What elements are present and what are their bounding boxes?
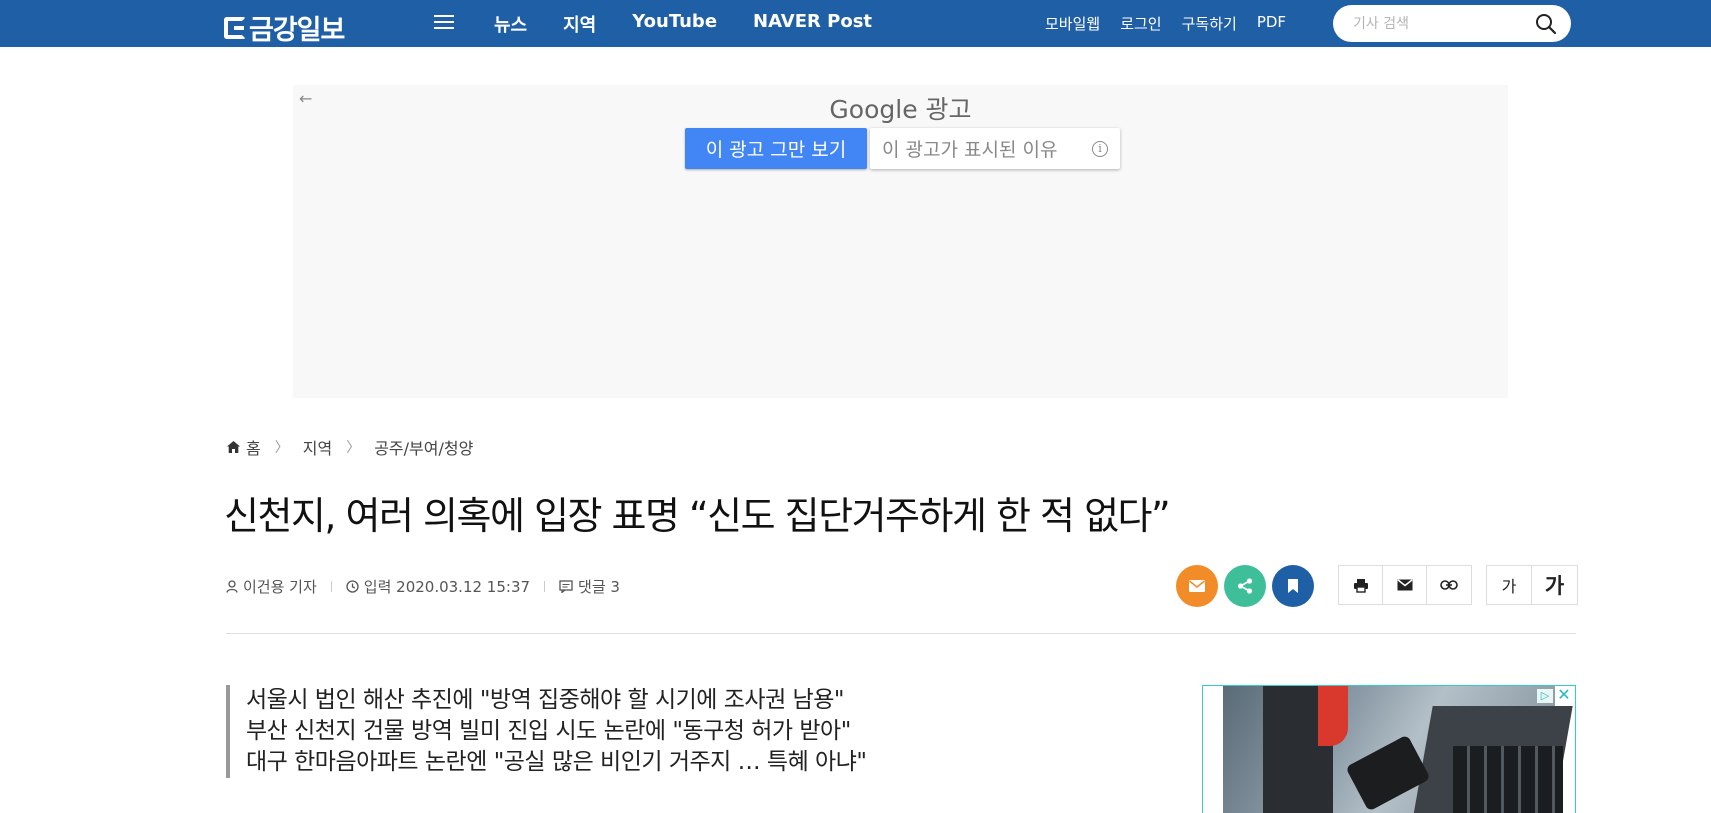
meta-divider xyxy=(544,581,546,592)
summary-line: 부산 신천지 건물 방역 빌미 진입 시도 논란에 "동구청 허가 받아" xyxy=(246,718,851,744)
menu-icon[interactable] xyxy=(434,15,454,31)
close-icon[interactable]: ✕ xyxy=(1556,687,1572,703)
copy-link-button[interactable] xyxy=(1427,566,1471,604)
link-subscribe[interactable]: 구독하기 xyxy=(1182,13,1237,34)
link-mobile-web[interactable]: 모바일웹 xyxy=(1045,13,1100,34)
meta-divider xyxy=(330,581,332,592)
font-size-controls: 가 가 xyxy=(1486,565,1578,605)
site-header: 금강일보 뉴스 지역 YouTube NAVER Post 모바일웹 로그인 구… xyxy=(0,0,1711,47)
bookmark-icon xyxy=(1288,579,1298,593)
summary-line: 대구 한마음아파트 논란엔 "공실 많은 비인기 거주지 … 특혜 아냐" xyxy=(246,749,867,775)
nav-news[interactable]: 뉴스 xyxy=(494,11,527,37)
font-larger-button[interactable]: 가 xyxy=(1532,566,1577,604)
nav-region[interactable]: 지역 xyxy=(563,11,596,37)
author-name: 이건용 기자 xyxy=(243,578,317,596)
main-nav: 뉴스 지역 YouTube NAVER Post xyxy=(494,11,908,37)
comment-icon xyxy=(559,580,573,593)
article-title: 신천지, 여러 의혹에 입장 표명 “신도 집단거주하게 한 적 없다” xyxy=(224,494,1171,538)
stop-ad-button[interactable]: 이 광고 그만 보기 xyxy=(685,128,867,169)
why-ad-button[interactable]: 이 광고가 표시된 이유 i xyxy=(870,128,1120,169)
side-ad[interactable]: ▷ ✕ xyxy=(1202,685,1576,813)
mail-icon xyxy=(1189,580,1205,592)
email-share-button[interactable] xyxy=(1176,565,1218,607)
why-ad-label: 이 광고가 표시된 이유 xyxy=(882,139,1058,161)
author: 이건용 기자 xyxy=(226,576,317,597)
breadcrumb-home[interactable]: 홈 xyxy=(226,435,261,459)
adchoices-icon[interactable]: ▷ xyxy=(1537,689,1553,703)
comments-count: 댓글 3 xyxy=(578,578,620,596)
utility-nav: 모바일웹 로그인 구독하기 PDF xyxy=(1045,13,1306,34)
breadcrumb-home-label: 홈 xyxy=(246,439,261,458)
bookmark-button[interactable] xyxy=(1272,565,1314,607)
comments-link[interactable]: 댓글 3 xyxy=(559,576,620,597)
clock-icon xyxy=(346,580,359,593)
nav-youtube[interactable]: YouTube xyxy=(632,11,717,37)
ad-image xyxy=(1223,686,1573,813)
publish-date-text: 입력 2020.03.12 15:37 xyxy=(363,578,531,596)
home-icon xyxy=(227,441,240,453)
info-icon: i xyxy=(1092,141,1108,157)
article-tools xyxy=(1338,565,1472,605)
share-icon xyxy=(1237,578,1253,594)
meta-divider-line xyxy=(226,633,1576,634)
print-button[interactable] xyxy=(1339,566,1383,604)
link-pdf[interactable]: PDF xyxy=(1257,13,1286,34)
search-icon[interactable] xyxy=(1535,13,1557,35)
summary-line: 서울시 법인 해산 추진에 "방역 집중해야 할 시기에 조사권 남용" xyxy=(246,687,844,713)
email-button[interactable] xyxy=(1383,566,1427,604)
article-summary: 서울시 법인 해산 추진에 "방역 집중해야 할 시기에 조사권 남용" 부산 … xyxy=(226,685,867,778)
ad-banner: ← Google 광고 이 광고 그만 보기 이 광고가 표시된 이유 i xyxy=(293,85,1508,398)
mail-icon xyxy=(1397,579,1412,591)
link-icon xyxy=(1440,580,1458,590)
nav-naver-post[interactable]: NAVER Post xyxy=(753,11,872,37)
chevron-right-icon: 〉 xyxy=(274,440,289,456)
logo-mark-icon xyxy=(224,16,246,39)
search-box xyxy=(1333,5,1571,42)
share-button[interactable] xyxy=(1224,565,1266,607)
site-logo[interactable]: 금강일보 xyxy=(224,8,345,47)
breadcrumb-subregion[interactable]: 공주/부여/청양 xyxy=(374,435,473,459)
person-icon xyxy=(226,580,238,593)
chevron-right-icon: 〉 xyxy=(346,440,361,456)
logo-text: 금강일보 xyxy=(249,15,345,46)
search-input[interactable] xyxy=(1353,13,1523,35)
print-icon xyxy=(1353,578,1368,593)
publish-date: 입력 2020.03.12 15:37 xyxy=(346,576,530,597)
breadcrumb: 홈 〉 지역 〉 공주/부여/청양 xyxy=(226,435,473,459)
breadcrumb-region[interactable]: 지역 xyxy=(303,435,332,459)
article-meta: 이건용 기자 입력 2020.03.12 15:37 댓글 3 xyxy=(226,576,620,597)
ad-heading: Google 광고 xyxy=(293,90,1508,126)
ad-provider: Google xyxy=(829,95,918,124)
ad-label: 광고 xyxy=(925,95,972,124)
font-smaller-button[interactable]: 가 xyxy=(1487,566,1532,604)
link-login[interactable]: 로그인 xyxy=(1120,13,1161,34)
